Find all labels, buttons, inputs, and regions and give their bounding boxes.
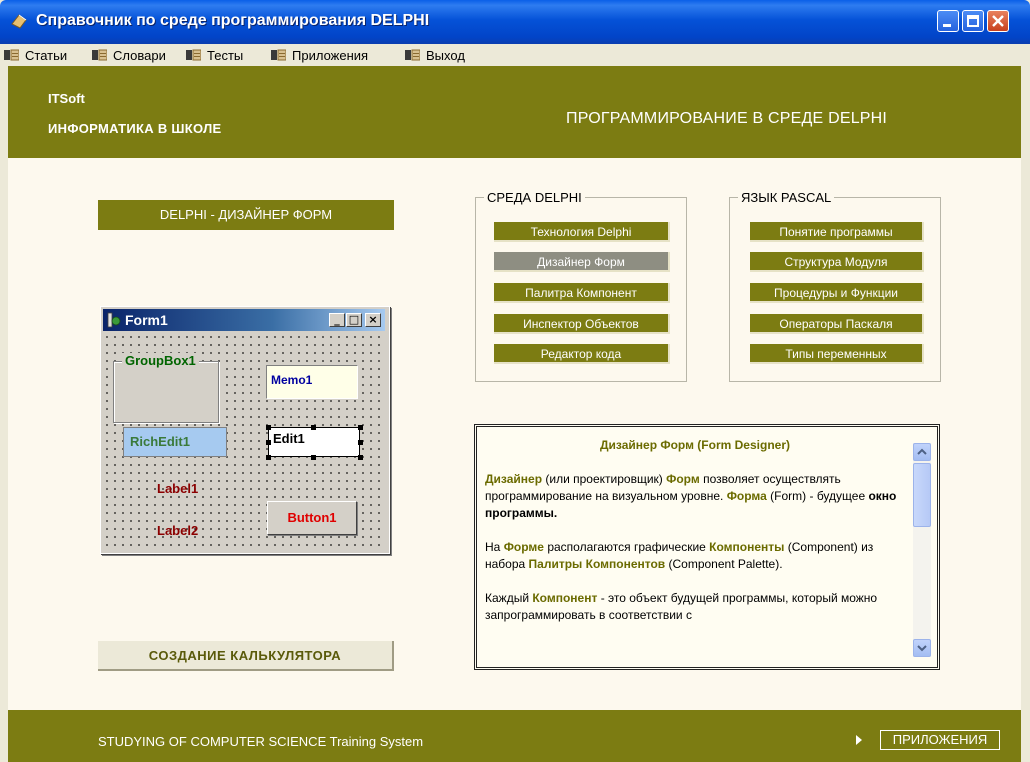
term-highlight: Форме [503,540,544,554]
applications-button[interactable]: ПРИЛОЖЕНИЯ [880,730,1000,750]
selection-handle [311,425,316,430]
delphi-icon [107,312,121,328]
selection-handle [266,425,271,430]
info-paragraph: На Форме располагаются графические Компо… [485,539,905,573]
groupbox1: GroupBox1 [113,353,219,423]
footer-caption: STUDYING OF COMPUTER SCIENCE Training Sy… [98,734,424,749]
form1-client-area: GroupBox1 Memo1 RichEdit1 Edit1 Label1 L… [103,333,385,549]
term-highlight: Форма [726,489,767,503]
nav-button-procedures-functions[interactable]: Процедуры и Функции [750,283,924,303]
section-title: DELPHI - ДИЗАЙНЕР ФОРМ [98,200,394,230]
scroll-up-button[interactable] [913,443,931,461]
pascal-group-legend: ЯЗЫК PASCAL [741,190,832,205]
selection-handle [266,440,271,445]
selection-handle [358,455,363,460]
form1-title: Form1 [125,312,168,328]
window-title: Справочник по среде программирования DEL… [36,12,430,29]
chevron-down-icon [917,645,927,652]
app-icon [11,14,27,29]
text-span: располагаются графические [543,540,710,554]
label1: Label1 [157,481,199,496]
brand-subtitle: ИНФОРМАТИКА В ШКОЛЕ [48,121,222,136]
text-span: Каждый [485,591,533,605]
text-span: (Component Palette). [665,557,783,571]
menu-item-label: Статьи [25,47,68,63]
selection-handle [266,455,271,460]
chevron-up-icon [917,448,927,455]
memo1: Memo1 [266,365,358,399]
scroll-down-button[interactable] [913,639,931,657]
text-span: На [485,540,504,554]
folder-icon [186,49,201,61]
nav-button-delphi-technology[interactable]: Технология Delphi [494,222,670,242]
selection-handle [358,440,363,445]
scroll-thumb[interactable] [913,463,931,527]
maximize-icon [967,15,979,27]
form1-minimize-icon: _ [329,313,345,327]
footer-bar: STUDYING OF COMPUTER SCIENCE Training Sy… [8,710,1021,762]
menu-item-label: Выход [426,47,465,63]
button1: Button1 [267,501,357,535]
groupbox1-caption: GroupBox1 [122,353,199,368]
label2: Label2 [157,523,199,538]
play-arrow-icon [856,735,862,745]
app-window: Справочник по среде программирования DEL… [0,0,1030,762]
form1-close-icon: × [365,313,381,327]
folder-icon [405,49,420,61]
info-content: Дизайнер Форм (Form Designer) Дизайнер (… [485,437,905,641]
text-span: (или проектировщик) [542,472,667,486]
header-banner: ITSoft ИНФОРМАТИКА В ШКОЛЕ ПРОГРАММИРОВА… [8,66,1021,158]
text-span: (Form) - будущее [766,489,869,503]
nav-button-code-editor[interactable]: Редактор кода [494,344,670,364]
menu-item-applications[interactable]: Приложения [271,47,368,63]
edit1: Edit1 [268,427,360,457]
close-icon [992,15,1004,27]
title-bar[interactable]: Справочник по среде программирования DEL… [0,0,1030,44]
nav-button-component-palette[interactable]: Палитра Компонент [494,283,670,303]
form1-preview: Form1 _ □ × GroupBox1 Memo1 RichEdit1 Ed… [100,306,390,554]
term-highlight: Компонент [532,591,598,605]
page-title: ПРОГРАММИРОВАНИЕ В СРЕДЕ DELPHI [566,110,888,127]
nav-button-program-concept[interactable]: Понятие программы [750,222,924,242]
menu-item-label: Тесты [207,47,244,63]
menu-item-articles[interactable]: Статьи [4,47,67,63]
nav-button-pascal-operators[interactable]: Операторы Паскаля [750,314,924,334]
minimize-button[interactable] [937,10,959,32]
folder-icon [271,49,286,61]
brand-name: ITSoft [48,91,85,106]
info-title: Дизайнер Форм (Form Designer) [599,438,790,452]
term-highlight: Дизайнер [485,472,543,486]
menu-item-dictionaries[interactable]: Словари [92,47,166,63]
folder-icon [4,49,19,61]
selection-handle [358,425,363,430]
info-paragraph: Каждый Компонент - это объект будущей пр… [485,590,905,624]
term-highlight: Компоненты [709,540,785,554]
close-button[interactable] [987,10,1009,32]
folder-icon [92,49,107,61]
delphi-group-legend: СРЕДА DELPHI [487,190,582,205]
menu-item-exit[interactable]: Выход [405,47,465,63]
nav-button-variable-types[interactable]: Типы переменных [750,344,924,364]
minimize-icon [943,24,951,27]
menu-item-label: Словари [113,47,166,63]
nav-button-unit-structure[interactable]: Структура Модуля [750,252,924,272]
term-highlight: Форм [666,472,700,486]
term-highlight: Палитры Компонентов [528,557,666,571]
form1-maximize-icon: □ [346,313,362,327]
menu-item-tests[interactable]: Тесты [186,47,243,63]
richedit1: RichEdit1 [123,427,227,457]
maximize-button[interactable] [962,10,984,32]
form1-title-bar: Form1 _ □ × [103,309,385,331]
nav-button-object-inspector[interactable]: Инспектор Объектов [494,314,670,334]
info-paragraph: Дизайнер (или проектировщик) Форм позвол… [485,471,905,522]
nav-button-form-designer[interactable]: Дизайнер Форм [494,252,670,272]
info-scrollbar[interactable] [913,443,931,657]
menu-bar: Статьи Словари Тесты Приложения Выход [0,44,1030,66]
info-textbox[interactable]: Дизайнер Форм (Form Designer) Дизайнер (… [474,424,940,670]
menu-item-label: Приложения [292,47,369,63]
create-calculator-button[interactable]: СОЗДАНИЕ КАЛЬКУЛЯТОРА [98,641,394,671]
selection-handle [311,455,316,460]
